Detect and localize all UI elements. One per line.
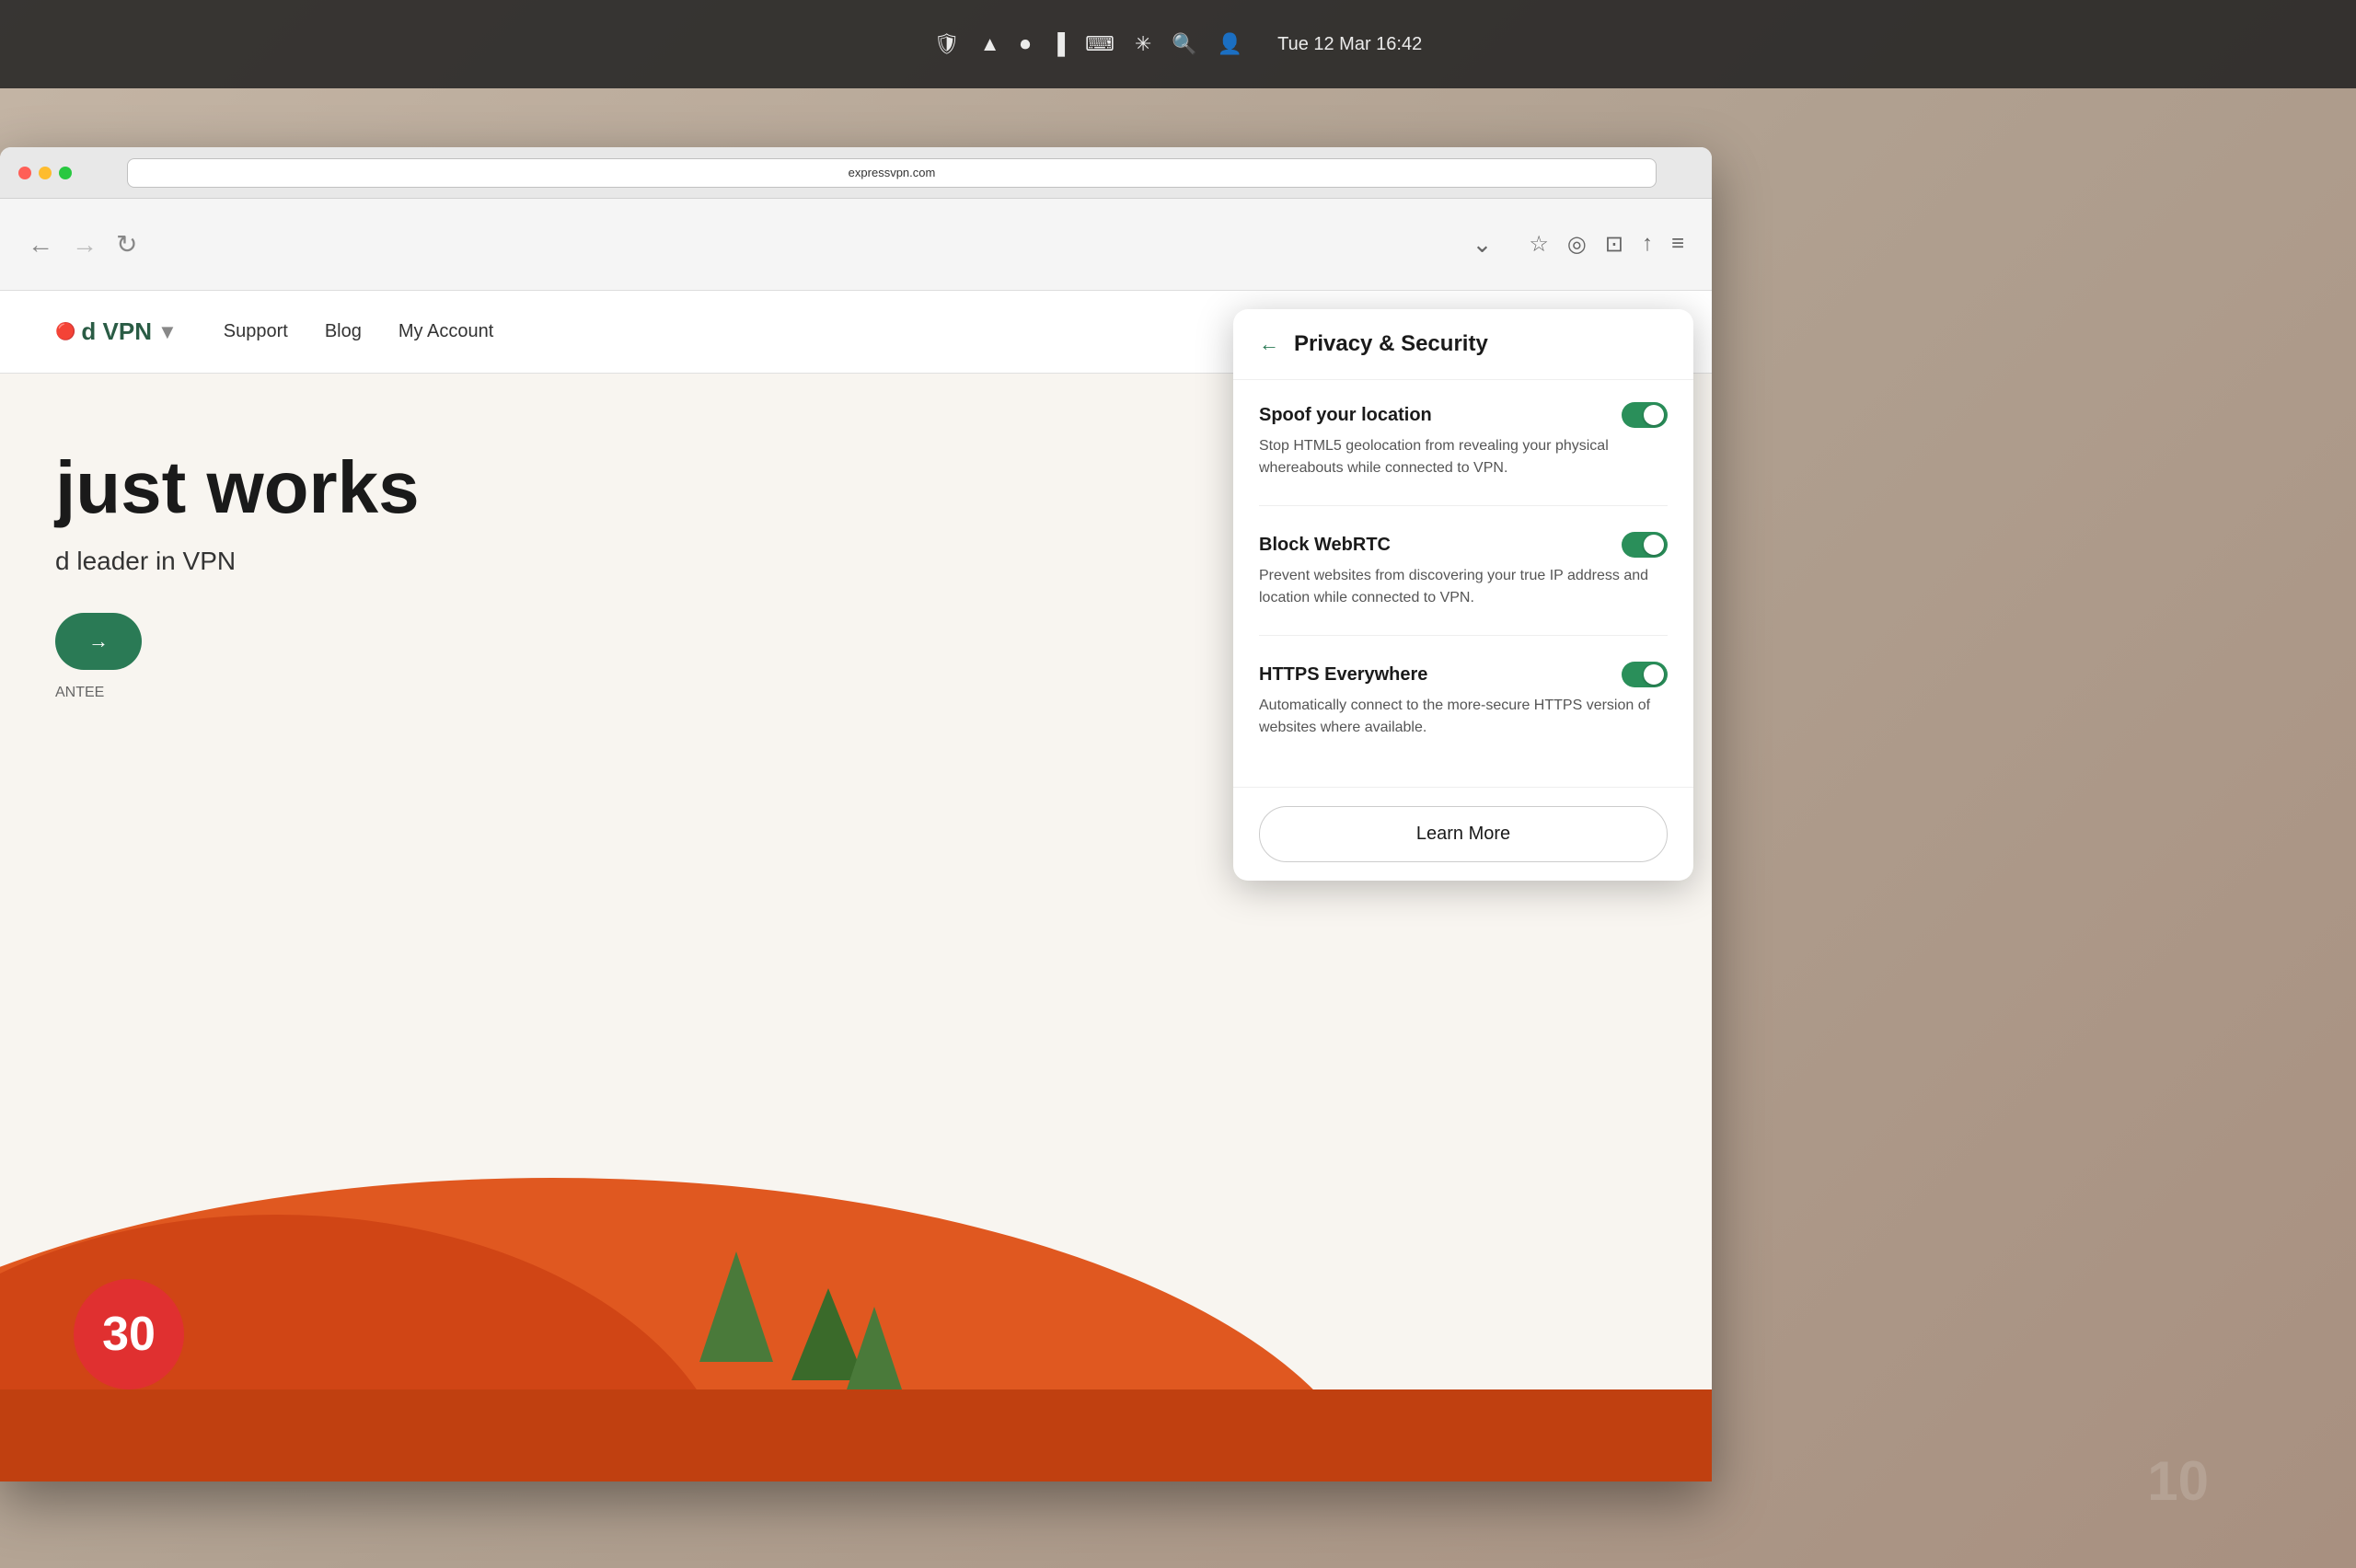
toggle-knob-webrtc <box>1644 535 1664 555</box>
spoof-location-header: Spoof your location <box>1259 402 1668 428</box>
divider-1 <box>1259 505 1668 506</box>
panel-body: Spoof your location Stop HTML5 geolocati… <box>1233 380 1693 787</box>
star-icon[interactable]: ☆ <box>1529 231 1549 258</box>
share-icon[interactable]: ↑ <box>1642 231 1653 258</box>
divider-2 <box>1259 635 1668 636</box>
https-everywhere-title: HTTPS Everywhere <box>1259 664 1427 686</box>
bottom-watermark: 10 <box>2147 1449 2209 1513</box>
block-webrtc-header: Block WebRTC <box>1259 532 1668 558</box>
back-icon[interactable]: ← <box>28 230 53 259</box>
forward-icon[interactable]: → <box>72 230 98 259</box>
cta-arrow-icon: → <box>88 629 109 653</box>
learn-more-button[interactable]: Learn More <box>1259 806 1668 862</box>
block-webrtc-desc: Prevent websites from discovering your t… <box>1259 565 1668 609</box>
keyboard-icon: ⌨ <box>1085 32 1114 56</box>
panel-header: ← Privacy & Security <box>1233 309 1693 380</box>
system-menubar: 🛡 ▲ ⏺ ▐ ⌨ ✳ 🔍 👤 Tue 12 Mar 16:42 <box>0 0 2356 88</box>
spoof-location-toggle[interactable] <box>1622 402 1668 428</box>
shield-icon: 🛡 <box>934 32 960 56</box>
browser-toolbar: ← → ↻ ⌄ ☆ ◎ ⊡ ↑ ≡ <box>0 199 1712 291</box>
hero-landscape <box>0 1067 1712 1482</box>
maximize-button[interactable] <box>59 167 72 179</box>
menu-icon[interactable]: ≡ <box>1671 231 1684 258</box>
hero-text: just works <box>55 446 420 528</box>
nav-blog[interactable]: Blog <box>325 321 362 342</box>
https-everywhere-item: HTTPS Everywhere Automatically connect t… <box>1259 662 1668 739</box>
block-webrtc-item: Block WebRTC Prevent websites from disco… <box>1259 532 1668 609</box>
close-button[interactable] <box>18 167 31 179</box>
block-webrtc-title: Block WebRTC <box>1259 535 1391 556</box>
bluetooth-icon: ✳ <box>1135 32 1151 56</box>
nav-my-account[interactable]: My Account <box>398 321 493 342</box>
nav-support[interactable]: Support <box>224 321 288 342</box>
hero-cta-button[interactable]: → <box>55 613 142 670</box>
spoof-location-desc: Stop HTML5 geolocation from revealing yo… <box>1259 435 1668 479</box>
toggle-knob-spoof <box>1644 405 1664 425</box>
traffic-lights <box>18 167 72 179</box>
privacy-panel: ← Privacy & Security Spoof your location… <box>1233 309 1693 881</box>
calendar-badge: 30 <box>74 1279 184 1389</box>
panel-back-button[interactable]: ← <box>1259 332 1279 356</box>
calendar-number: 30 <box>74 1279 184 1389</box>
screenshot-icon[interactable]: ⊡ <box>1605 231 1623 258</box>
logo-text: d VPN <box>81 317 152 346</box>
reload-icon[interactable]: ↻ <box>116 229 137 259</box>
spoof-location-title: Spoof your location <box>1259 405 1432 426</box>
address-bar[interactable]: expressvpn.com <box>127 158 1657 188</box>
panel-footer: Learn More <box>1233 787 1693 881</box>
block-webrtc-toggle[interactable] <box>1622 532 1668 558</box>
https-everywhere-toggle[interactable] <box>1622 662 1668 687</box>
url-text: expressvpn.com <box>139 166 1645 179</box>
bars-icon: ▐ <box>1050 32 1065 56</box>
panel-title: Privacy & Security <box>1294 331 1488 357</box>
chevron-down-icon[interactable]: ⌄ <box>1472 230 1493 259</box>
browser-window: expressvpn.com ← → ↻ ⌄ ☆ ◎ ⊡ ↑ ≡ 🔴 d VPN… <box>0 147 1712 1482</box>
vpn-logo: 🔴 d VPN ▼ <box>55 317 178 346</box>
https-everywhere-desc: Automatically connect to the more-secure… <box>1259 695 1668 739</box>
website-content: 🔴 d VPN ▼ Support Blog My Account 🌐 Engl… <box>0 291 1712 1482</box>
toggle-knob-https <box>1644 664 1664 685</box>
https-everywhere-header: HTTPS Everywhere <box>1259 662 1668 687</box>
hero-headline: just works <box>55 447 699 528</box>
minimize-button[interactable] <box>39 167 52 179</box>
search-icon: 🔍 <box>1172 32 1196 56</box>
user-icon: 👤 <box>1218 32 1242 56</box>
browser-title-bar: expressvpn.com <box>0 147 1712 199</box>
system-icons: 🛡 ▲ ⏺ ▐ ⌨ ✳ 🔍 👤 Tue 12 Mar 16:42 <box>934 32 1422 56</box>
spoof-location-item: Spoof your location Stop HTML5 geolocati… <box>1259 402 1668 479</box>
pocket-icon[interactable]: ◎ <box>1567 231 1587 258</box>
record-icon: ⏺ <box>1020 32 1030 56</box>
system-time: Tue 12 Mar 16:42 <box>1277 34 1422 55</box>
wifi-icon: ▲ <box>980 32 1000 56</box>
back-arrow-icon: ← <box>1259 332 1279 356</box>
